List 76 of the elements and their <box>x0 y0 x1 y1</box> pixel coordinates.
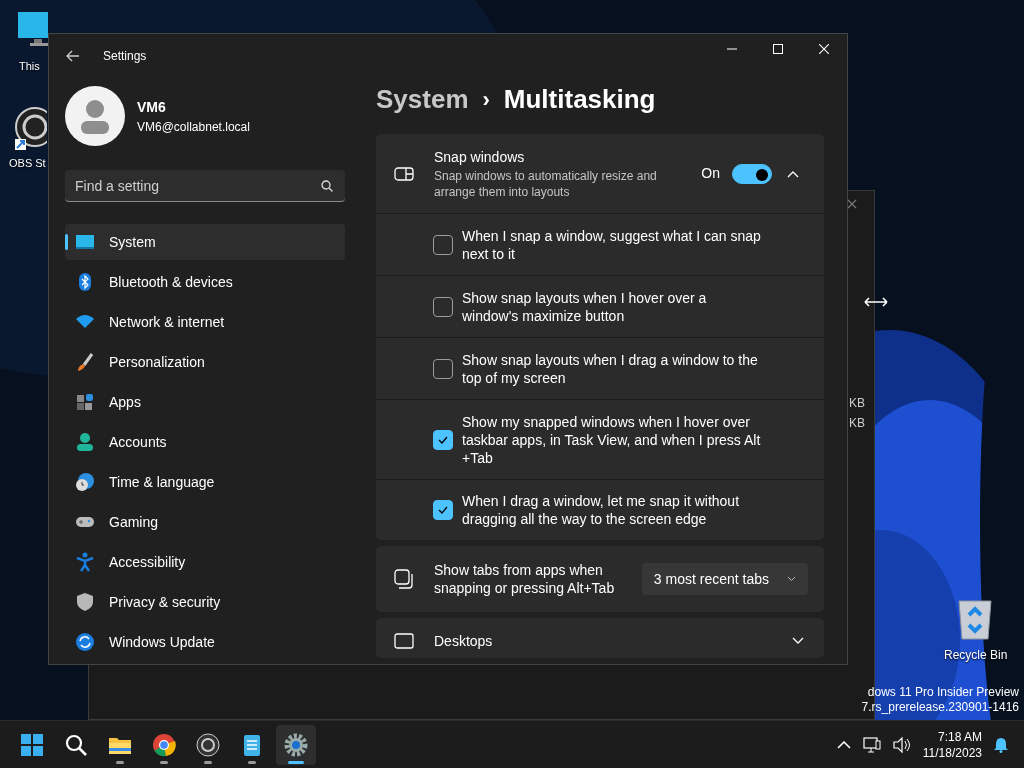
tabs-dropdown[interactable]: 3 most recent tabs <box>641 563 808 595</box>
sidebar-item[interactable]: Personalization <box>65 344 345 380</box>
checkbox[interactable] <box>433 234 453 255</box>
sidebar-item[interactable]: Apps <box>65 384 345 420</box>
brush-icon <box>75 352 95 372</box>
desktop-icon <box>394 633 414 649</box>
avatar-icon[interactable] <box>65 86 125 146</box>
globe-clock-icon <box>75 472 95 492</box>
accessibility-icon <box>75 552 95 572</box>
shield-icon <box>75 592 95 612</box>
icon-label[interactable]: OBS St <box>9 155 46 172</box>
start-icon <box>20 732 44 757</box>
person-icon <box>75 432 95 452</box>
sidebar-item[interactable]: System <box>65 224 345 260</box>
breadcrumb-separator: › <box>482 85 490 114</box>
snap-layout-icon <box>394 165 414 182</box>
back-icon <box>66 50 80 62</box>
bell-icon[interactable] <box>994 736 1008 753</box>
user-email: VM6@collabnet.local <box>137 118 250 136</box>
sidebar-item[interactable]: Time & language <box>65 464 345 500</box>
search-icon <box>64 732 88 757</box>
setting-description: Snap windows to automatically resize and arrange them into layouts <box>434 168 658 200</box>
check-icon <box>438 506 448 514</box>
setting-title: Desktops <box>434 631 494 651</box>
option-label: Show snap layouts when I hover over a window's maximize button <box>462 288 708 325</box>
sidebar-item[interactable]: Privacy & security <box>65 584 345 620</box>
checkbox[interactable] <box>433 500 453 520</box>
volume-icon[interactable] <box>892 736 911 753</box>
refresh-icon <box>75 632 95 652</box>
sidebar-item[interactable]: Gaming <box>65 504 345 540</box>
desktops-header[interactable]: Desktops <box>376 618 824 658</box>
apps-icon <box>75 392 95 412</box>
size-text: KB <box>849 415 865 432</box>
option-label: When I drag a window, let me snap it without dragging all the way to the screen edge <box>462 492 741 528</box>
sidebar-item[interactable]: Network & internet <box>65 304 345 340</box>
chrome-icon <box>152 732 176 757</box>
sidebar-item[interactable]: Accounts <box>65 424 345 460</box>
page-title: Multitasking <box>503 82 656 116</box>
search-field[interactable]: Find a setting <box>65 170 345 202</box>
setting-title: Snap windows <box>434 148 526 167</box>
maximize-icon <box>773 44 783 54</box>
resize-cursor-icon <box>864 297 888 307</box>
monitor-icon <box>75 232 95 252</box>
breadcrumb-link[interactable]: System <box>376 79 469 119</box>
checkbox[interactable] <box>433 429 453 450</box>
close-icon[interactable] <box>847 199 857 209</box>
chevron-down-icon <box>787 576 796 582</box>
checkbox[interactable] <box>433 296 453 317</box>
chevron-up-icon <box>787 169 799 178</box>
snap-windows-header[interactable]: Snap windows Snap windows to automatically resize and arrange them into layouts On <box>376 134 824 213</box>
check-icon <box>438 435 448 444</box>
window-title: Settings <box>103 48 147 65</box>
option-label: Show snap layouts when I drag a window to the top of my screen <box>462 350 759 387</box>
option-label: Show my snapped windows when I hover over taskbar apps, in Task View, and when I press Alt +Tab <box>462 412 762 467</box>
user-name: VM6 <box>137 97 167 117</box>
gear-icon <box>284 732 308 757</box>
sidebar-item[interactable]: Windows Update <box>65 624 345 660</box>
checkbox[interactable] <box>433 358 453 379</box>
taskbar-button[interactable] <box>276 724 316 765</box>
obs-icon <box>196 732 220 757</box>
toggle-switch[interactable] <box>732 163 772 184</box>
setting-label: Show tabs from apps when snapping or pressing Alt+Tab <box>434 561 616 597</box>
network-icon[interactable] <box>862 736 881 753</box>
sidebar-item[interactable]: Accessibility <box>65 544 345 580</box>
recycle-bin-icon[interactable] <box>955 597 995 641</box>
size-text: KB <box>849 395 865 412</box>
close-icon <box>819 44 829 54</box>
chevron-up-icon[interactable] <box>836 740 851 749</box>
tabs-icon <box>394 569 414 589</box>
option-label: When I snap a window, suggest what I can snap next to it <box>462 226 762 263</box>
icon-label[interactable]: This <box>19 58 40 75</box>
pc-icon[interactable] <box>18 12 48 46</box>
clock[interactable]: 7:18 AM 11/18/2023 <box>922 728 982 761</box>
search-icon <box>321 180 333 192</box>
sidebar-item[interactable]: Bluetooth & devices <box>65 264 345 300</box>
toggle-label: On <box>701 164 720 183</box>
